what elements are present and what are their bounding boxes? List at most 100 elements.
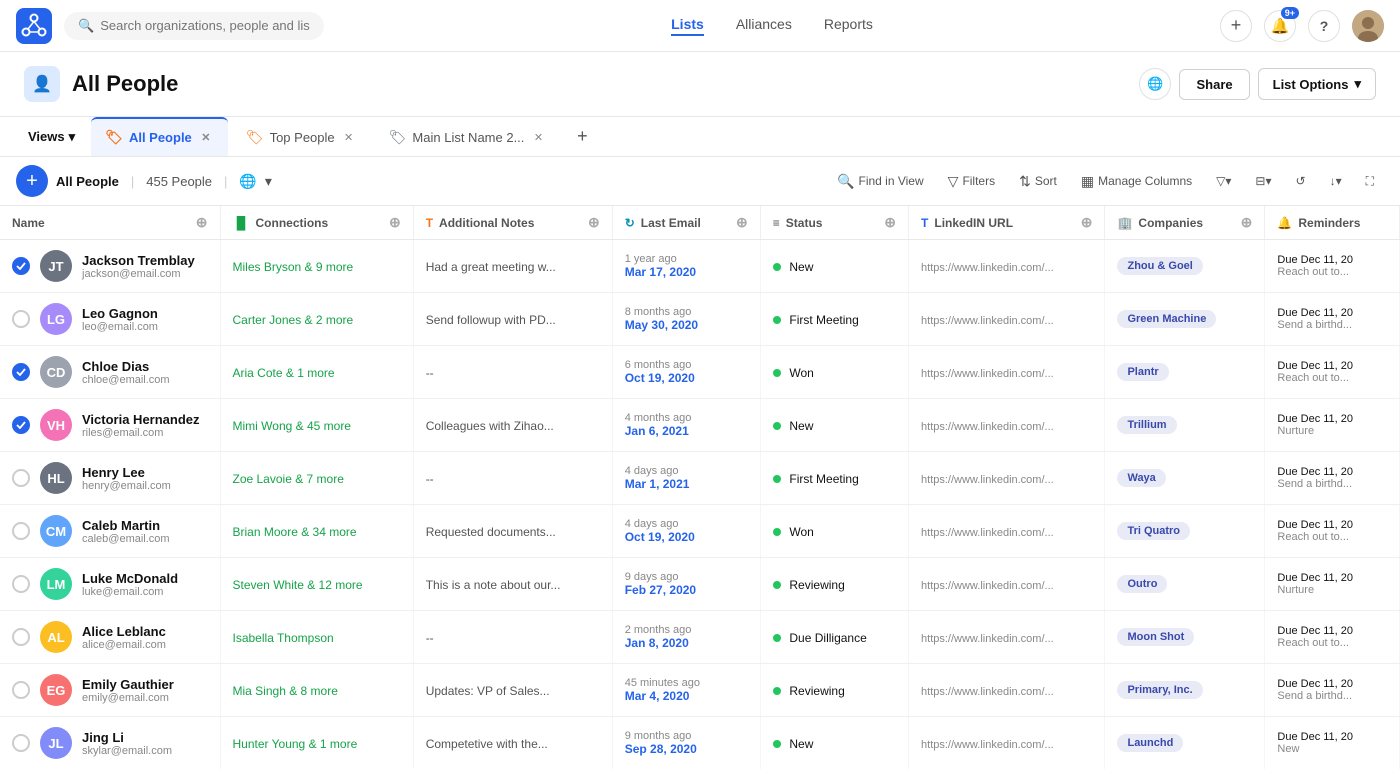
manage-columns-button[interactable]: ▦ Manage Columns <box>1071 168 1202 195</box>
status-dot-8 <box>773 634 781 642</box>
connections-link-7[interactable]: Steven White & 12 more <box>233 578 363 592</box>
connections-link-9[interactable]: Mia Singh & 8 more <box>233 684 338 698</box>
visibility-button[interactable]: 🌐 <box>1139 68 1171 100</box>
row-checkbox-10[interactable] <box>12 734 30 752</box>
add-button[interactable]: + <box>1220 10 1252 42</box>
col-linkedin-add-icon[interactable]: ⊕ <box>1081 214 1093 231</box>
linkedin-url-1[interactable]: https://www.linkedin.com/... <box>921 262 1054 274</box>
col-status-add-icon[interactable]: ⊕ <box>884 214 896 231</box>
connections-link-2[interactable]: Carter Jones & 2 more <box>233 313 354 327</box>
person-name-5[interactable]: Henry Lee <box>82 465 171 480</box>
notifications-button[interactable]: 🔔 9+ <box>1264 10 1296 42</box>
view-toggle-button[interactable]: ⊟▾ <box>1245 169 1281 193</box>
cell-notes-1: Had a great meeting w... <box>413 240 612 293</box>
connections-link-4[interactable]: Mimi Wong & 45 more <box>233 419 351 433</box>
linkedin-url-8[interactable]: https://www.linkedin.com/... <box>921 633 1054 645</box>
linkedin-url-9[interactable]: https://www.linkedin.com/... <box>921 686 1054 698</box>
col-email-add-icon[interactable]: ⊕ <box>736 214 748 231</box>
row-checkbox-8[interactable] <box>12 628 30 646</box>
connections-link-1[interactable]: Miles Bryson & 9 more <box>233 260 354 274</box>
notes-text-8: -- <box>426 631 434 645</box>
connections-link-5[interactable]: Zoe Lavoie & 7 more <box>233 472 344 486</box>
row-checkbox-1[interactable] <box>12 257 30 275</box>
row-checkbox-5[interactable] <box>12 469 30 487</box>
view-toggle-icon: ⊟▾ <box>1255 174 1271 188</box>
row-checkbox-9[interactable] <box>12 681 30 699</box>
fullscreen-button[interactable]: ⛶ <box>1356 169 1384 194</box>
person-name-8[interactable]: Alice Leblanc <box>82 624 166 639</box>
company-badge-2[interactable]: Green Machine <box>1117 310 1216 328</box>
row-checkbox-7[interactable] <box>12 575 30 593</box>
person-name-7[interactable]: Luke McDonald <box>82 571 178 586</box>
filter-extra-button[interactable]: ▽▾ <box>1206 169 1241 193</box>
person-name-6[interactable]: Caleb Martin <box>82 518 170 533</box>
company-badge-3[interactable]: Plantr <box>1117 363 1168 381</box>
person-name-4[interactable]: Victoria Hernandez <box>82 412 200 427</box>
person-avatar-3: CD <box>40 356 72 388</box>
company-badge-6[interactable]: Tri Quatro <box>1117 522 1190 540</box>
person-name-2[interactable]: Leo Gagnon <box>82 306 158 321</box>
company-badge-5[interactable]: Waya <box>1117 469 1165 487</box>
company-badge-10[interactable]: Launchd <box>1117 734 1183 752</box>
linkedin-url-7[interactable]: https://www.linkedin.com/... <box>921 580 1054 592</box>
views-button[interactable]: Views ▾ <box>16 119 87 155</box>
connections-link-10[interactable]: Hunter Young & 1 more <box>233 737 358 751</box>
row-checkbox-6[interactable] <box>12 522 30 540</box>
tab-main-list-close[interactable]: ✕ <box>530 130 546 146</box>
list-options-button[interactable]: List Options ▾ <box>1258 68 1376 100</box>
tab-all-people[interactable]: 🏷 All People ✕ <box>91 117 228 156</box>
col-connections-add-icon[interactable]: ⊕ <box>389 214 401 231</box>
toolbar-globe-chevron[interactable]: ▾ <box>265 173 272 190</box>
person-name-1[interactable]: Jackson Tremblay <box>82 253 195 268</box>
row-checkbox-2[interactable] <box>12 310 30 328</box>
col-companies-add-icon[interactable]: ⊕ <box>1241 214 1253 231</box>
person-avatar-8: AL <box>40 621 72 653</box>
person-name-3[interactable]: Chloe Dias <box>82 359 170 374</box>
col-additional-notes: T Additional Notes ⊕ <box>413 206 612 240</box>
col-notes-add-icon[interactable]: ⊕ <box>588 214 600 231</box>
company-badge-7[interactable]: Outro <box>1117 575 1167 593</box>
company-badge-9[interactable]: Primary, Inc. <box>1117 681 1202 699</box>
filters-button[interactable]: ▽ Filters <box>938 168 1005 195</box>
nav-reports[interactable]: Reports <box>824 16 873 36</box>
row-checkbox-4[interactable] <box>12 416 30 434</box>
nav-lists[interactable]: Lists <box>671 16 704 36</box>
add-record-button[interactable]: + <box>16 165 48 197</box>
linkedin-url-3[interactable]: https://www.linkedin.com/... <box>921 368 1054 380</box>
nav-alliances[interactable]: Alliances <box>736 16 792 36</box>
download-button[interactable]: ↓▾ <box>1320 169 1352 193</box>
search-input[interactable] <box>100 18 310 33</box>
add-tab-button[interactable]: + <box>568 123 596 151</box>
linkedin-url-10[interactable]: https://www.linkedin.com/... <box>921 739 1054 751</box>
col-name-add-icon[interactable]: ⊕ <box>196 214 208 231</box>
tab-top-people-close[interactable]: ✕ <box>341 130 357 146</box>
linkedin-url-5[interactable]: https://www.linkedin.com/... <box>921 474 1054 486</box>
person-info-9: Emily Gauthier emily@email.com <box>82 677 174 704</box>
connections-link-8[interactable]: Isabella Thompson <box>233 631 334 645</box>
share-button[interactable]: Share <box>1179 69 1249 100</box>
connections-link-6[interactable]: Brian Moore & 34 more <box>233 525 357 539</box>
person-name-9[interactable]: Emily Gauthier <box>82 677 174 692</box>
user-avatar[interactable] <box>1352 10 1384 42</box>
find-in-view-button[interactable]: 🔍 Find in View <box>827 168 934 195</box>
person-name-10[interactable]: Jing Li <box>82 730 172 745</box>
linkedin-url-6[interactable]: https://www.linkedin.com/... <box>921 527 1054 539</box>
refresh-button[interactable]: ↺ <box>1286 169 1316 193</box>
linkedin-url-4[interactable]: https://www.linkedin.com/... <box>921 421 1054 433</box>
connections-link-3[interactable]: Aria Cote & 1 more <box>233 366 335 380</box>
app-logo[interactable] <box>16 8 52 44</box>
company-badge-4[interactable]: Trillium <box>1117 416 1176 434</box>
linkedin-url-2[interactable]: https://www.linkedin.com/... <box>921 315 1054 327</box>
toolbar-globe-icon[interactable]: 🌐 <box>239 173 256 190</box>
cell-connections-8: Isabella Thompson <box>220 611 413 664</box>
help-button[interactable]: ? <box>1308 10 1340 42</box>
sort-button[interactable]: ⇅ Sort <box>1009 168 1067 195</box>
company-badge-1[interactable]: Zhou & Goel <box>1117 257 1202 275</box>
tab-main-list[interactable]: 🏷 Main List Name 2... ✕ <box>375 117 561 156</box>
tab-top-people[interactable]: 🏷 Top People ✕ <box>232 117 371 156</box>
row-checkbox-3[interactable] <box>12 363 30 381</box>
search-bar[interactable]: 🔍 <box>64 12 324 40</box>
company-badge-8[interactable]: Moon Shot <box>1117 628 1194 646</box>
tab-all-people-close[interactable]: ✕ <box>198 130 214 146</box>
cell-notes-8: -- <box>413 611 612 664</box>
